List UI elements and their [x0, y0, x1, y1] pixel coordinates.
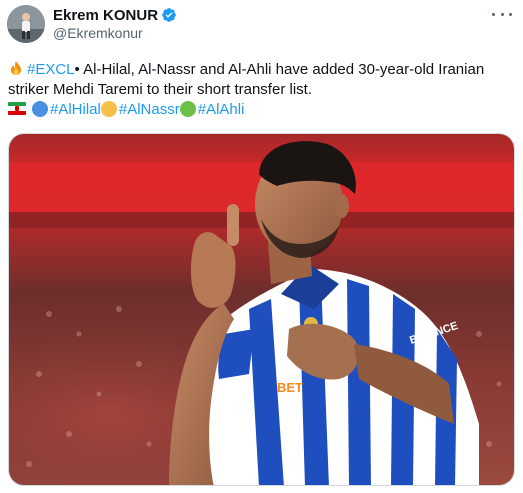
- tweet-media-photo[interactable]: BINANCE BET: [8, 133, 515, 486]
- hashtag-alahli[interactable]: #AlAhli: [198, 101, 245, 118]
- author-handle[interactable]: @Ekremkonur: [53, 25, 143, 41]
- more-options-icon[interactable]: [491, 6, 513, 22]
- author-display-name[interactable]: Ekrem KONUR: [53, 7, 158, 24]
- verified-badge-icon: [162, 8, 176, 22]
- tweet-text: #EXCL• Al-Hilal, Al-Nassr and Al-Ahli ha…: [8, 60, 518, 120]
- blue-circle-icon: [32, 101, 48, 117]
- author-name-row: Ekrem KONUR: [53, 6, 177, 24]
- yellow-circle-icon: [100, 101, 117, 117]
- hashtag-alhilal[interactable]: #AlHilal: [50, 101, 101, 118]
- green-circle-icon: [179, 101, 196, 117]
- tweet-line-2: striker Mehdi Taremi to their short tran…: [8, 81, 312, 98]
- player-photo-image: BINANCE BET: [9, 134, 514, 485]
- iran-flag-icon: [8, 102, 26, 115]
- tweet-card: Ekrem KONUR @Ekremkonur #EXCL• Al-Hilal,…: [0, 0, 523, 493]
- hashtag-alnassr[interactable]: #AlNassr: [119, 101, 180, 118]
- shirt-text: BET: [277, 380, 303, 395]
- tweet-line-1-text: • Al-Hilal, Al-Nassr and Al-Ahli have ad…: [74, 61, 485, 78]
- fire-emoji-icon: [11, 61, 21, 75]
- hashtag-excl[interactable]: #EXCL: [27, 61, 75, 78]
- author-avatar[interactable]: [7, 5, 45, 43]
- avatar-image: [7, 5, 45, 43]
- tweet-line-3: #AlHilal #AlNassr #AlAhli: [8, 100, 518, 120]
- tweet-line-1: #EXCL• Al-Hilal, Al-Nassr and Al-Ahli ha…: [8, 60, 518, 80]
